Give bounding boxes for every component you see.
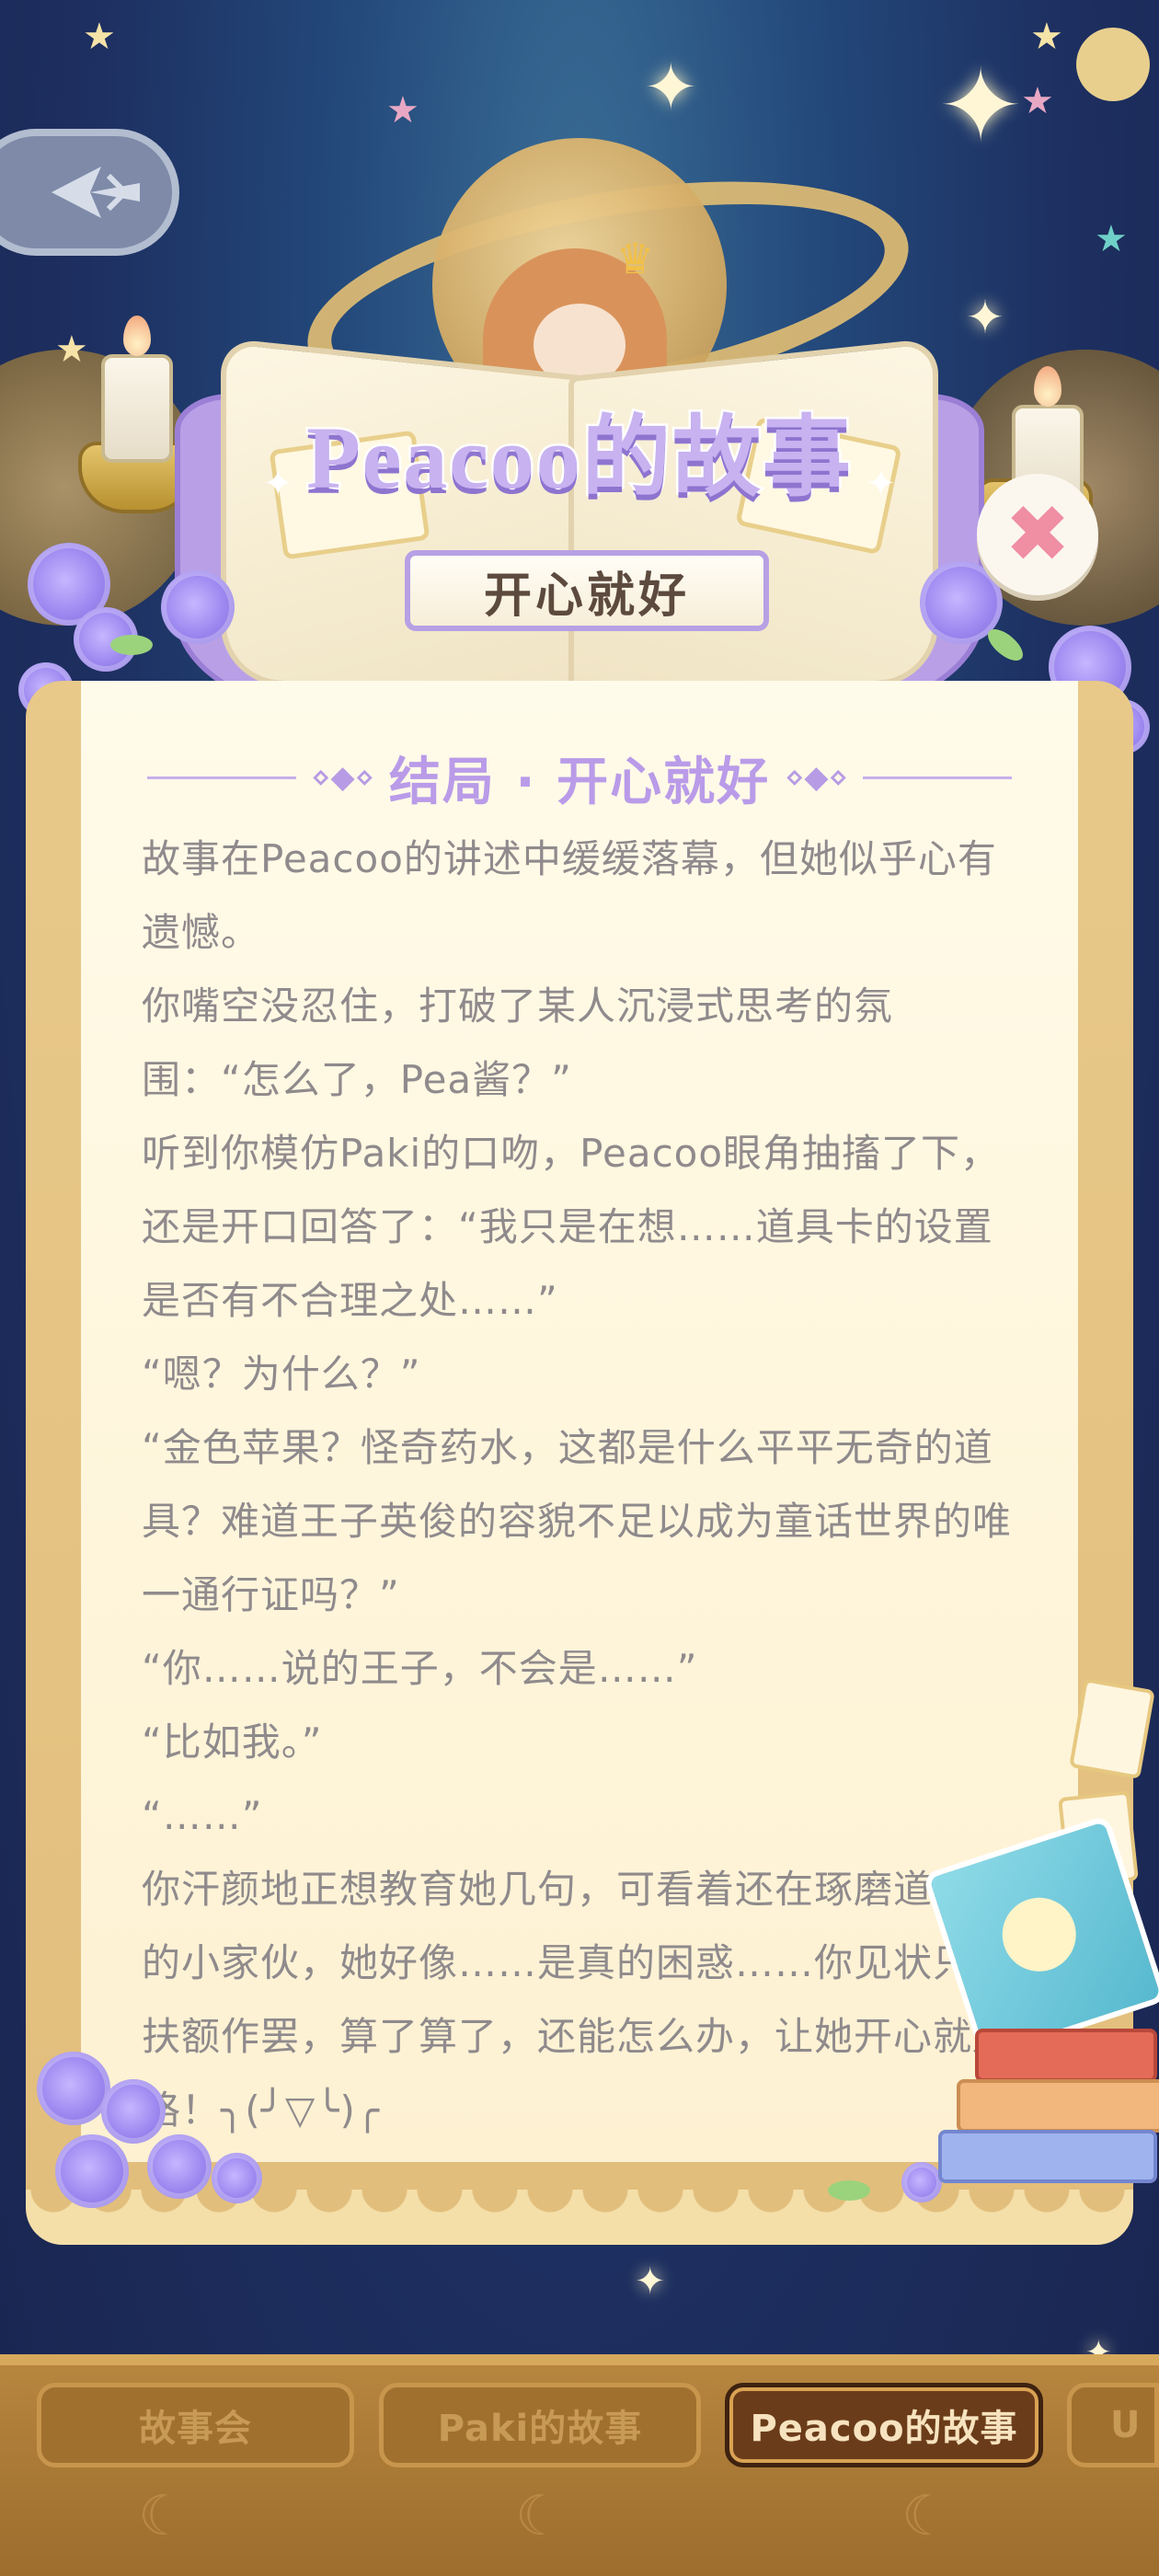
book-spine [957, 2079, 1159, 2133]
ornament-icon: ⋄◆⋄ [311, 759, 374, 796]
story-paragraph: 听到你模仿Paki的口吻，Peacoo眼角抽搐了下，还是开口回答了：“我只是在想… [142, 1131, 1001, 1323]
subtitle-badge: 开心就好 [405, 550, 769, 631]
flower-decoration [101, 2079, 166, 2144]
open-book-header [175, 337, 984, 725]
flower-decoration [55, 2134, 129, 2208]
story-paragraph: 你汗颜地正想教育她几句，可看着还在琢磨道具卡的小家伙，她好像……是真的困惑……你… [142, 1867, 1013, 2133]
star-icon: ★ [386, 89, 419, 132]
diamond-icon: ✦ [865, 462, 897, 505]
tab-label: U [1110, 2404, 1142, 2446]
star-icon: ★ [55, 328, 88, 371]
tab-peacoo-story[interactable]: Peacoo的故事 [725, 2383, 1043, 2467]
story-paragraph: “比如我。” [142, 1719, 323, 1765]
candle-left [101, 316, 173, 463]
flower-decoration [37, 2052, 110, 2125]
book-spine [938, 2130, 1157, 2183]
story-paragraph: “金色苹果？怪奇药水，这都是什么平平无奇的道具？难道王子英俊的容貌不足以成为童话… [142, 1425, 1013, 1617]
story-paragraph: “……” [142, 1793, 263, 1838]
leaf-decoration [828, 2180, 870, 2201]
close-button[interactable]: ✖ [977, 474, 1098, 595]
story-text: 故事在Peacoo的讲述中缓缓落幕，但她似乎心有遗憾。 你嘴空没忍住，打破了某人… [142, 822, 1025, 2147]
tab-story-club[interactable]: 故事会 [37, 2383, 354, 2467]
flower-decoration [147, 2134, 212, 2199]
star-icon: ★ [1095, 218, 1128, 260]
story-paragraph: “嗯？为什么？” [142, 1351, 421, 1397]
star-icon: ★ [1021, 80, 1054, 122]
divider-line [147, 776, 297, 779]
subtitle-text: 开心就好 [483, 568, 690, 624]
divider-line [862, 776, 1013, 779]
leaf-decoration [110, 635, 153, 655]
panel-scalloped-edge [26, 2190, 1133, 2245]
story-paragraph: 故事在Peacoo的讲述中缓缓落幕，但她似乎心有遗憾。 [142, 836, 997, 955]
tab-next-partial[interactable]: U [1067, 2383, 1159, 2467]
story-paragraph: “你……说的王子，不会是……” [142, 1646, 698, 1691]
sparkle-icon: ✦ [938, 47, 1024, 165]
sparkle-icon: ✦ [644, 50, 698, 125]
tab-label: Paki的故事 [437, 2408, 643, 2450]
star-icon: ★ [1030, 16, 1063, 58]
flower-decoration [212, 2153, 262, 2203]
ornament-icon: ⋄◆⋄ [785, 759, 848, 796]
moon-ornament-icon: ☾ [901, 2484, 951, 2548]
sparkle-icon: ✦ [966, 291, 1004, 344]
flower-decoration [901, 2162, 942, 2202]
diamond-icon: ✦ [262, 462, 294, 505]
book-stack-illustration [938, 2024, 1159, 2190]
moon [1076, 28, 1150, 101]
section-heading-text: 结局 · 开心就好 [388, 752, 771, 812]
page-title: Peacoo的故事 [304, 407, 854, 509]
star-icon: ★ [83, 16, 116, 58]
back-arrow-icon [51, 167, 140, 218]
tab-paki-story[interactable]: Paki的故事 [379, 2383, 701, 2467]
tab-label: Peacoo的故事 [750, 2408, 1018, 2450]
flower-decoration [161, 570, 235, 644]
sparkle-icon: ✦ [635, 2260, 666, 2303]
section-heading: ⋄◆⋄ 结局 · 开心就好 ⋄◆⋄ [147, 736, 1013, 819]
tab-label: 故事会 [139, 2408, 252, 2450]
title-banner: ✦ Peacoo的故事 ✦ [221, 407, 938, 509]
back-button[interactable] [0, 129, 179, 256]
close-icon: ✖ [1004, 489, 1072, 581]
moon-ornament-icon: ☾ [515, 2484, 565, 2548]
crown-icon: ♛ [616, 234, 655, 283]
story-paragraph: 你嘴空没忍住，打破了某人沉浸式思考的氛围：“怎么了，Pea酱？” [142, 983, 894, 1102]
book-spine [975, 2029, 1157, 2082]
moon-ornament-icon: ☾ [138, 2484, 188, 2548]
